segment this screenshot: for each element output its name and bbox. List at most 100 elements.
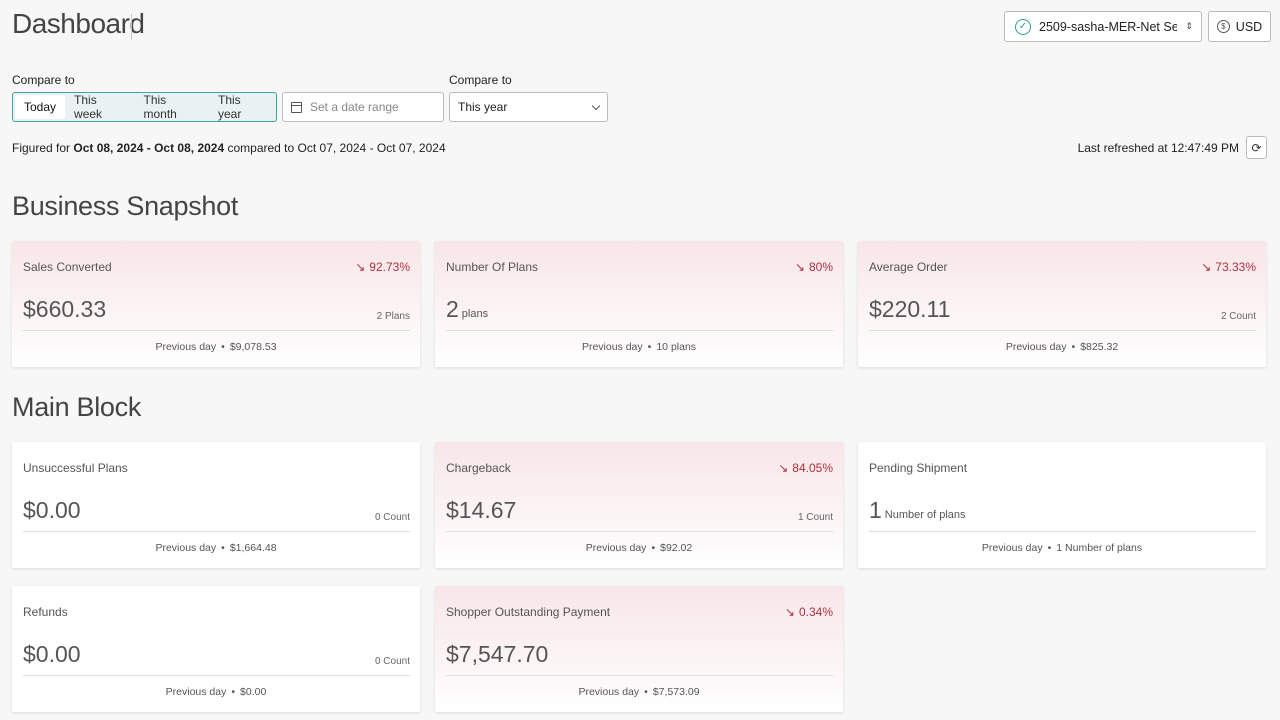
card-value: $0.00 bbox=[23, 497, 81, 524]
card-divider bbox=[23, 330, 410, 331]
card-count: 0 Count bbox=[374, 656, 410, 667]
refresh-button[interactable]: ⟳ bbox=[1246, 136, 1267, 159]
previous-label: Previous day bbox=[165, 686, 227, 698]
card-label: Pending Shipment bbox=[869, 461, 968, 475]
card-label: Number Of Plans bbox=[446, 260, 539, 274]
card-unsuccessful-plans[interactable]: Unsuccessful Plans $0.00 0 Count Previou… bbox=[12, 442, 420, 568]
card-previous: Previous day • $0.00 bbox=[165, 686, 267, 698]
refresh-icon: ⟳ bbox=[1251, 140, 1262, 155]
change-value: 80% bbox=[808, 260, 833, 274]
period-today-button[interactable]: Today bbox=[15, 95, 66, 119]
figured-range: Oct 08, 2024 - Oct 08, 2024 bbox=[73, 141, 225, 155]
merchant-select-value: 2509-sasha-MER-Net Settle bbox=[1039, 19, 1178, 34]
period-this-month-button[interactable]: This month bbox=[134, 93, 209, 121]
previous-value: $7,573.09 bbox=[652, 686, 700, 698]
previous-label: Previous day bbox=[1005, 341, 1067, 353]
period-this-year-button[interactable]: This year bbox=[209, 93, 274, 121]
change-indicator: ↘ 80% bbox=[795, 260, 833, 274]
card-average-order[interactable]: Average Order ↘ 73.33% $220.11 2 Count Pr… bbox=[858, 241, 1266, 367]
card-number-of-plans[interactable]: Number Of Plans ↘ 80% 2 plans Previous day… bbox=[435, 241, 843, 367]
card-value-number: $7,547.70 bbox=[446, 641, 549, 667]
card-value-number: $14.67 bbox=[446, 497, 517, 523]
main-block-title: Main Block bbox=[12, 392, 142, 422]
previous-value: $92.02 bbox=[660, 542, 693, 554]
card-value-unit: Number of plans bbox=[884, 509, 966, 521]
card-previous: Previous day • 1 Number of plans bbox=[981, 542, 1143, 554]
card-previous: Previous day • $9,078.53 bbox=[155, 341, 277, 353]
card-count: 2 Plans bbox=[376, 311, 410, 322]
card-label: Average Order bbox=[869, 260, 948, 274]
chevron-down-icon bbox=[591, 101, 601, 110]
dollar-coin-icon: $ bbox=[1216, 20, 1230, 33]
currency-button[interactable]: $ USD bbox=[1208, 11, 1271, 42]
card-refunds[interactable]: Refunds $0.00 0 Count Previous day • $0.00 bbox=[12, 586, 420, 712]
title-divider bbox=[131, 14, 132, 40]
card-label: Refunds bbox=[23, 605, 68, 619]
currency-label: USD bbox=[1235, 19, 1263, 34]
period-toggle-group: Today This week This month This year bbox=[12, 92, 277, 122]
change-value: 0.34% bbox=[798, 605, 833, 619]
card-value-number: $0.00 bbox=[23, 641, 81, 667]
merchant-select[interactable]: ✓ 2509-sasha-MER-Net Settle ⇕ bbox=[1004, 11, 1202, 42]
change-indicator: ↘ 73.33% bbox=[1201, 260, 1256, 274]
compare-to-label-2: Compare to bbox=[449, 73, 512, 87]
date-range-input[interactable]: Set a date range bbox=[282, 92, 444, 122]
card-value: $220.11 bbox=[869, 296, 950, 323]
previous-value: $1,664.48 bbox=[229, 542, 277, 554]
card-pending-shipment[interactable]: Pending Shipment 1 Number of plans Previo… bbox=[858, 442, 1266, 568]
change-indicator: ↘ 92.73% bbox=[355, 260, 410, 274]
business-snapshot-title: Business Snapshot bbox=[12, 191, 239, 221]
card-value-unit: plans bbox=[461, 308, 489, 320]
figured-range-text: Figured for Oct 08, 2024 - Oct 08, 2024 … bbox=[12, 141, 446, 155]
compare-to-label: Compare to bbox=[12, 73, 75, 87]
card-label: Sales Converted bbox=[23, 260, 112, 274]
card-divider bbox=[446, 675, 833, 676]
card-value: 1 Number of plans bbox=[869, 497, 966, 524]
previous-label: Previous day bbox=[155, 341, 217, 353]
previous-value: 1 Number of plans bbox=[1056, 542, 1143, 554]
card-value-number: $660.33 bbox=[23, 296, 107, 322]
trend-down-icon: ↘ bbox=[794, 260, 805, 274]
updown-chevron-icon: ⇕ bbox=[1185, 21, 1193, 31]
card-previous: Previous day • 10 plans bbox=[581, 341, 697, 353]
card-count: 0 Count bbox=[374, 512, 410, 523]
card-count: 1 Count bbox=[797, 512, 833, 523]
page-title: Dashboard bbox=[12, 8, 145, 39]
card-shopper-outstanding-payment[interactable]: Shopper Outstanding Payment ↘ 0.34% $7,54… bbox=[435, 586, 843, 712]
card-chargeback[interactable]: Chargeback ↘ 84.05% $14.67 1 Count Previo… bbox=[435, 442, 843, 568]
period-this-week-button[interactable]: This week bbox=[65, 93, 134, 121]
change-indicator: ↘ 0.34% bbox=[785, 605, 833, 619]
compare-period-value: This year bbox=[458, 100, 508, 114]
previous-label: Previous day bbox=[155, 542, 217, 554]
trend-down-icon: ↘ bbox=[1201, 260, 1212, 274]
compared-range: compared to Oct 07, 2024 - Oct 07, 2024 bbox=[227, 141, 446, 155]
card-value: $7,547.70 bbox=[446, 641, 548, 668]
check-circle-icon: ✓ bbox=[1015, 18, 1031, 35]
card-divider bbox=[23, 675, 410, 676]
previous-label: Previous day bbox=[585, 542, 647, 554]
card-sales-converted[interactable]: Sales Converted ↘ 92.73% $660.33 2 Plans … bbox=[12, 241, 420, 367]
card-value-number: 1 bbox=[869, 497, 882, 523]
date-range-placeholder: Set a date range bbox=[310, 100, 399, 114]
card-value-number: $220.11 bbox=[869, 296, 951, 322]
card-previous: Previous day • $825.32 bbox=[1005, 341, 1119, 353]
trend-down-icon: ↘ bbox=[355, 260, 366, 274]
card-divider bbox=[446, 330, 833, 331]
previous-value: $825.32 bbox=[1080, 341, 1119, 353]
previous-value: $9,078.53 bbox=[229, 341, 277, 353]
card-divider bbox=[869, 330, 1256, 331]
card-count: 2 Count bbox=[1220, 311, 1256, 322]
change-value: 84.05% bbox=[792, 461, 833, 475]
last-refreshed-text: Last refreshed at 12:47:49 PM bbox=[1077, 141, 1239, 155]
card-value: $660.33 bbox=[23, 296, 106, 323]
card-previous: Previous day • $7,573.09 bbox=[578, 686, 700, 698]
compare-period-select[interactable]: This year bbox=[449, 92, 608, 122]
card-divider bbox=[23, 531, 410, 532]
previous-label: Previous day bbox=[981, 542, 1043, 554]
card-label: Chargeback bbox=[446, 461, 511, 475]
trend-down-icon: ↘ bbox=[784, 605, 795, 619]
card-label: Unsuccessful Plans bbox=[23, 461, 128, 475]
card-value: $14.67 bbox=[446, 497, 516, 524]
card-divider bbox=[446, 531, 833, 532]
calendar-icon bbox=[291, 101, 302, 113]
